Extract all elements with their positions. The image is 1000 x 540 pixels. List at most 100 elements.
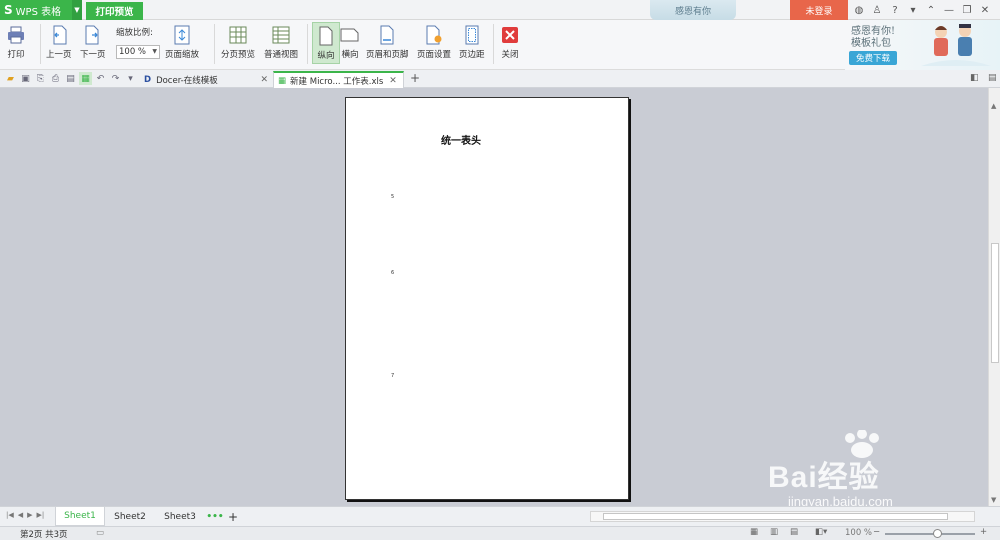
help-icon[interactable]: ? (886, 5, 904, 16)
close-tab-icon[interactable]: ✕ (260, 75, 268, 85)
normal-view-button[interactable]: 普通视图 (264, 24, 298, 60)
printer-icon (6, 24, 26, 46)
more-sheets-icon[interactable]: ••• (206, 507, 224, 526)
tab-workbook[interactable]: ▦ 新建 Micro... 工作表.xls ✕ (273, 71, 404, 88)
scroll-up-icon[interactable]: ▲ (991, 102, 996, 110)
next-page-icon (83, 24, 103, 46)
open-folder-icon[interactable]: ▰ (4, 72, 17, 85)
prev-page-button[interactable]: 上一页 (46, 24, 72, 60)
grid-icon (228, 24, 248, 46)
zoom-slider-knob[interactable] (933, 529, 942, 538)
tab-list-icon[interactable]: ◧ (970, 73, 979, 83)
minimize-icon[interactable]: — (940, 5, 958, 16)
add-sheet-icon[interactable]: + (226, 507, 240, 526)
header-footer-button[interactable]: 页眉和页脚 (366, 24, 409, 60)
zoom-label: 缩放比例: (116, 28, 153, 38)
page-setup-button[interactable]: 页面设置 (417, 24, 451, 60)
prev-sheet-icon[interactable]: ◀ (18, 511, 23, 519)
scroll-thumb[interactable] (991, 243, 999, 363)
sheet-nav: |◀ ◀ ▶ ▶| (6, 511, 44, 519)
ad-line-2: 模板礼包 (851, 38, 891, 49)
close-icon[interactable]: ✕ (976, 5, 994, 16)
last-sheet-icon[interactable]: ▶| (37, 511, 45, 519)
menu-icon[interactable]: ▾ (904, 5, 922, 16)
row-number: 6 (391, 270, 395, 276)
skin-icon[interactable]: ◍ (850, 5, 868, 16)
scroll-down-icon[interactable]: ▼ (991, 496, 996, 504)
portrait-icon (316, 25, 336, 47)
page-header-title: 统一表头 (441, 136, 481, 147)
login-button[interactable]: 未登录 (790, 0, 848, 20)
h-scroll-thumb[interactable] (603, 513, 948, 520)
save-icon[interactable]: ▣ (19, 72, 32, 85)
couple-illustration-icon (921, 24, 991, 66)
undo-icon[interactable]: ↶ (94, 72, 107, 85)
status-zoom: 100 % (845, 528, 873, 538)
divider (493, 24, 494, 64)
landscape-button[interactable]: 横向 (340, 24, 360, 60)
zoom-out-icon[interactable]: − (873, 527, 880, 537)
page-setup-icon (424, 24, 444, 46)
print-icon[interactable]: ⎙ (49, 72, 62, 85)
first-sheet-icon[interactable]: |◀ (6, 511, 14, 519)
export-icon[interactable]: ⎘ (34, 72, 47, 85)
page-zoom-button[interactable]: 页面缩放 (165, 24, 199, 60)
chevron-down-icon[interactable]: ▼ (72, 0, 82, 20)
restore-icon[interactable]: ❐ (958, 5, 976, 16)
normal-view-icon[interactable]: ▦ (750, 527, 758, 537)
margins-icon (462, 24, 482, 46)
wps-logo-icon: S (4, 3, 13, 17)
header-footer-icon (377, 24, 397, 46)
divider (307, 24, 308, 64)
app-menu-button[interactable]: S WPS 表格 ▼ (0, 0, 82, 20)
next-sheet-icon[interactable]: ▶ (27, 511, 32, 519)
close-tab-icon[interactable]: ✕ (389, 76, 397, 86)
template-gift-ad[interactable]: 感恩有你! 模板礼包 免费下载 (845, 20, 1000, 70)
reading-mode-icon[interactable]: ◧▾ (815, 527, 827, 537)
customize-icon[interactable]: ▾ (124, 72, 137, 85)
sheet-tab-2[interactable]: Sheet2 (108, 507, 152, 526)
next-page-button[interactable]: 下一页 (80, 24, 106, 60)
divider (40, 24, 41, 64)
tab-docer-label: Docer-在线模板 (156, 75, 218, 86)
tab-docer[interactable]: D Docer-在线模板 ✕ (140, 71, 270, 88)
margins-label: 页边距 (459, 50, 485, 60)
zoom-slider[interactable] (885, 529, 975, 538)
chevron-down-icon: ▼ (152, 48, 157, 55)
redo-icon[interactable]: ↷ (109, 72, 122, 85)
status-icon: ▭ (96, 528, 105, 538)
promo-banner[interactable]: 感恩有你 (650, 0, 736, 20)
tab-workbook-label: 新建 Micro... 工作表.xls (290, 76, 384, 87)
shirt-icon[interactable]: ♙ (868, 5, 886, 16)
sheet-tab-3[interactable]: Sheet3 (158, 507, 202, 526)
print-preview-icon[interactable]: ▤ (64, 72, 77, 85)
sheet-tab-1[interactable]: Sheet1 (55, 507, 105, 526)
next-page-label: 下一页 (80, 50, 106, 60)
quick-access-icons: ▰ ▣ ⎘ ⎙ ▤ ▦ ↶ ↷ ▾ (4, 72, 137, 85)
status-bar: 第2页 共3页 ▭ ▦ ▥ ▤ ◧▾ 100 % − + (0, 526, 1000, 540)
horizontal-scrollbar[interactable] (590, 511, 975, 522)
collapse-icon[interactable]: ⌃ (922, 5, 940, 16)
margins-button[interactable]: 页边距 (459, 24, 485, 60)
free-download-button[interactable]: 免费下载 (849, 51, 897, 65)
new-tab-icon[interactable]: + (410, 71, 420, 85)
zoom-in-icon[interactable]: + (980, 527, 987, 537)
header-footer-label: 页眉和页脚 (366, 50, 409, 60)
page-break-preview-label: 分页预览 (221, 50, 256, 60)
page-layout-icon[interactable]: ▥ (770, 527, 778, 537)
excel-file-icon: ▦ (278, 75, 287, 86)
print-label: 打印 (7, 50, 25, 60)
tab-print-preview[interactable]: 打印预览 (86, 2, 143, 20)
page-break-icon[interactable]: ▤ (790, 527, 798, 537)
close-preview-button[interactable]: 关闭 (500, 24, 520, 60)
zoom-value: 100 % (119, 47, 147, 57)
page-break-preview-button[interactable]: 分页预览 (221, 24, 255, 60)
zoom-select[interactable]: 100 % ▼ (116, 45, 160, 59)
portrait-button[interactable]: 纵向 (312, 22, 340, 64)
vertical-scrollbar[interactable]: ▲ ▼ (988, 88, 1000, 506)
print-button[interactable]: 打印 (6, 24, 26, 60)
preview-active-icon[interactable]: ▦ (79, 72, 92, 85)
landscape-icon (340, 24, 360, 46)
tab-menu-icon[interactable]: ▤ (988, 73, 997, 83)
app-name: WPS 表格 (15, 6, 62, 18)
